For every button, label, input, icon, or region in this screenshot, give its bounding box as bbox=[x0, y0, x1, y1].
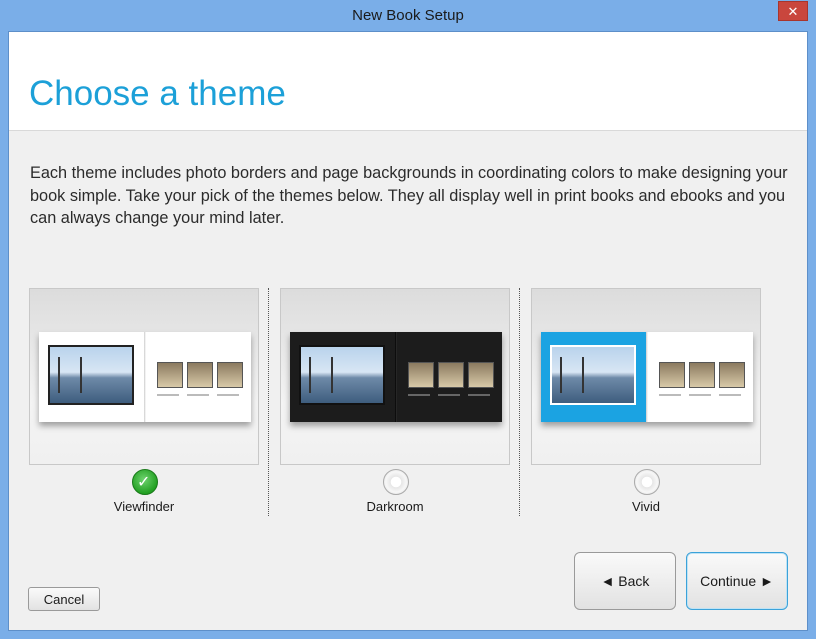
book-spine bbox=[646, 332, 648, 422]
text-line bbox=[468, 394, 490, 396]
dialog-body: Choose a theme Each theme includes photo… bbox=[8, 31, 808, 631]
portrait-photo bbox=[719, 362, 745, 388]
ship-photo bbox=[48, 345, 134, 405]
text-line bbox=[408, 394, 430, 396]
cancel-button[interactable]: Cancel bbox=[28, 587, 100, 611]
text-line bbox=[659, 394, 681, 396]
continue-button[interactable]: Continue ► bbox=[686, 552, 788, 610]
app-window: New Book Setup ✕ Choose a theme Each the… bbox=[0, 0, 816, 639]
text-line bbox=[157, 394, 179, 396]
page-title: Choose a theme bbox=[29, 74, 286, 113]
theme-label: Vivid bbox=[632, 499, 660, 514]
theme-label: Darkroom bbox=[366, 499, 424, 514]
theme-label: Viewfinder bbox=[113, 499, 175, 514]
close-button[interactable]: ✕ bbox=[778, 1, 808, 21]
back-button[interactable]: ◄ Back bbox=[574, 552, 676, 610]
text-line bbox=[438, 394, 460, 396]
ship-photo bbox=[550, 345, 636, 405]
check-radio-icon[interactable]: ✓ bbox=[132, 469, 158, 495]
text-line bbox=[187, 394, 209, 396]
text-line bbox=[719, 394, 741, 396]
book-preview bbox=[541, 332, 753, 422]
portrait-photo bbox=[187, 362, 213, 388]
book-spine bbox=[144, 332, 146, 422]
header: Choose a theme bbox=[9, 32, 807, 131]
radio-icon[interactable] bbox=[634, 469, 660, 495]
text-line bbox=[689, 394, 711, 396]
portrait-photo bbox=[689, 362, 715, 388]
title-bar: New Book Setup ✕ bbox=[0, 0, 816, 31]
theme-preview-viewfinder[interactable] bbox=[29, 288, 259, 465]
book-preview bbox=[290, 332, 502, 422]
ship-photo bbox=[299, 345, 385, 405]
divider bbox=[519, 288, 520, 516]
portrait-photo bbox=[659, 362, 685, 388]
book-preview bbox=[39, 332, 251, 422]
book-spine bbox=[395, 332, 397, 422]
radio-icon[interactable] bbox=[383, 469, 409, 495]
portrait-photo bbox=[157, 362, 183, 388]
portrait-photo bbox=[217, 362, 243, 388]
portrait-photo bbox=[468, 362, 494, 388]
text-line bbox=[217, 394, 239, 396]
portrait-photo bbox=[438, 362, 464, 388]
theme-preview-darkroom[interactable] bbox=[280, 288, 510, 465]
portrait-photo bbox=[408, 362, 434, 388]
close-icon: ✕ bbox=[787, 3, 799, 19]
divider bbox=[268, 288, 269, 516]
theme-preview-vivid[interactable] bbox=[531, 288, 761, 465]
description-text: Each theme includes photo borders and pa… bbox=[30, 164, 788, 227]
window-title: New Book Setup bbox=[352, 7, 464, 24]
